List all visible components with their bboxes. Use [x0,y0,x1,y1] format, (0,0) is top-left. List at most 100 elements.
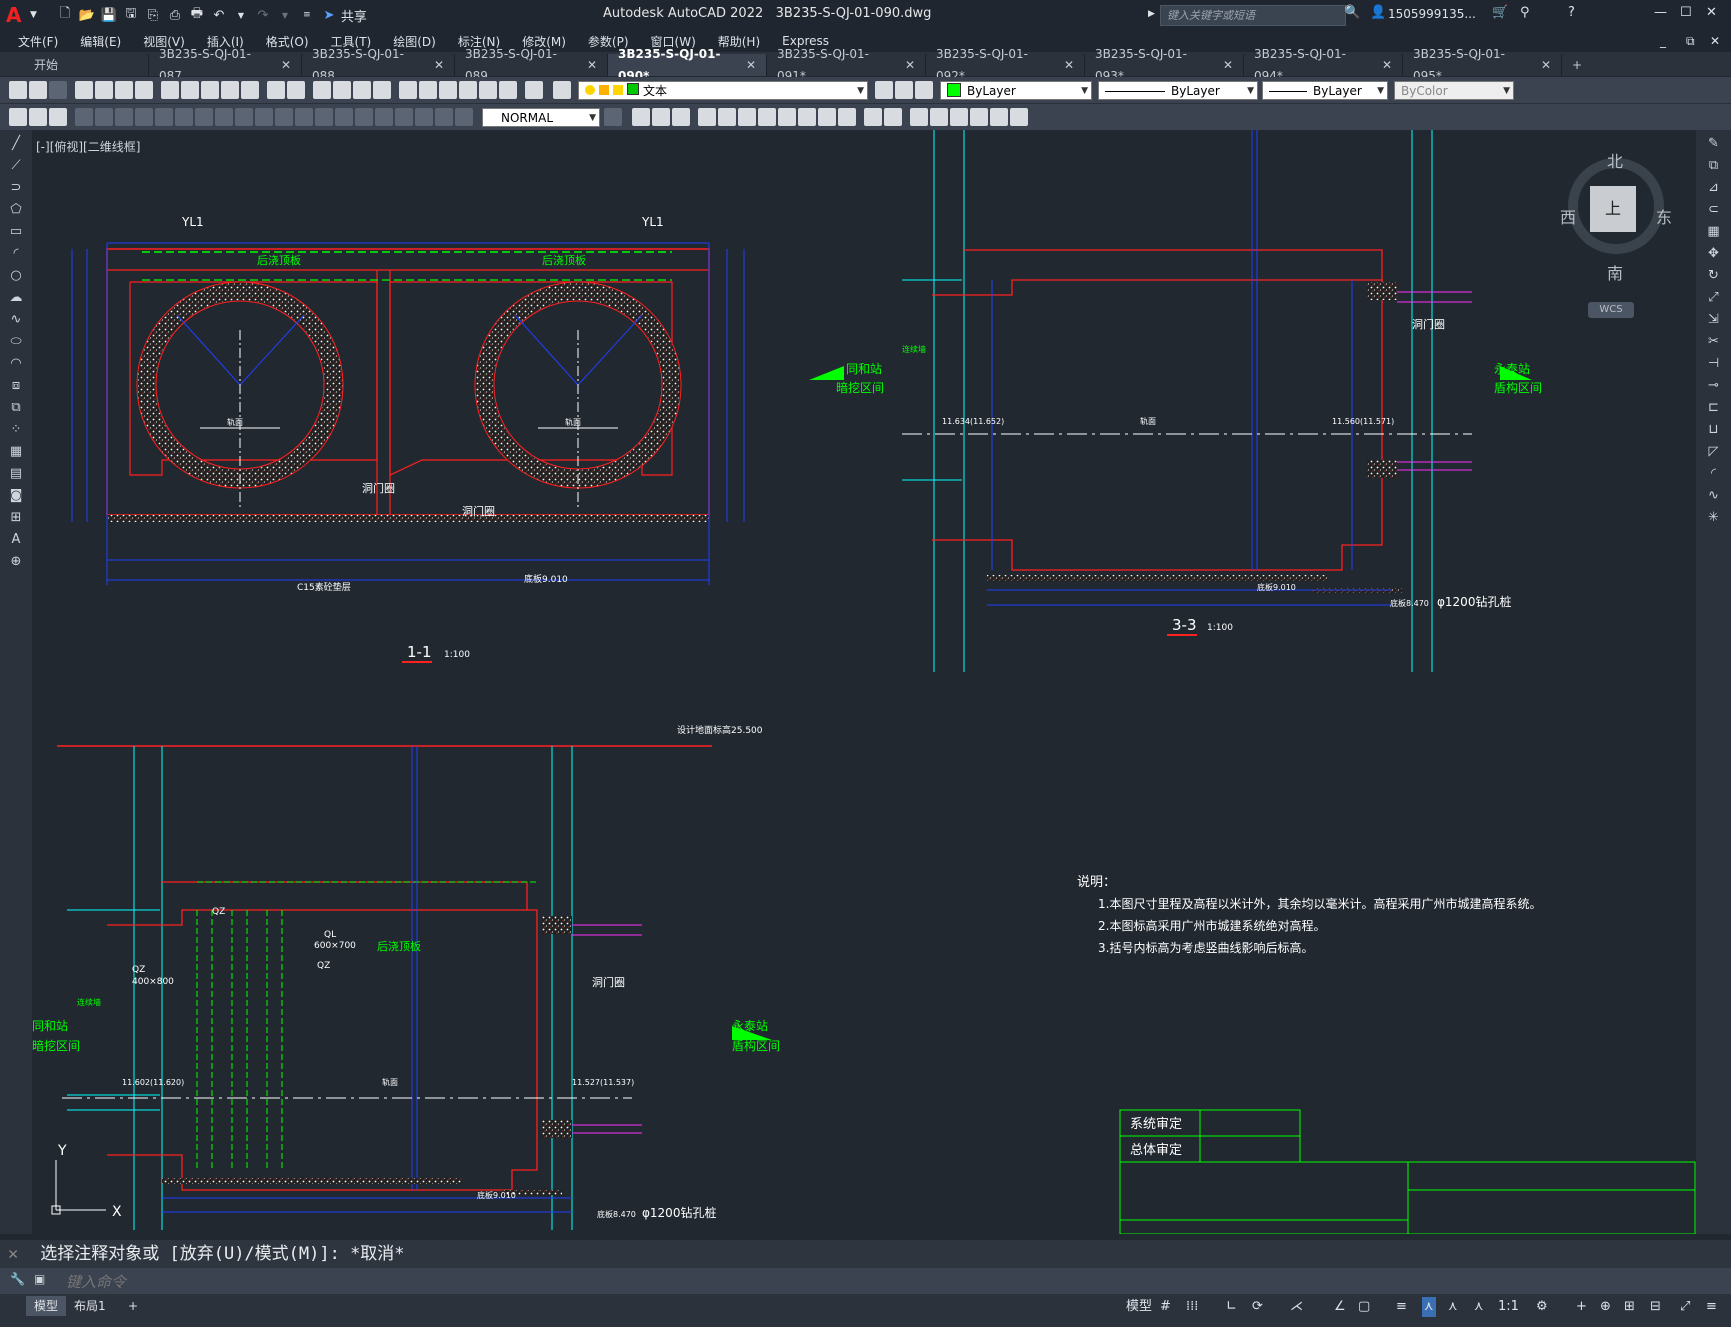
tool-icon[interactable] [864,108,882,126]
rotate-icon[interactable]: ↻ [1706,268,1722,284]
help-icon[interactable]: ? [1568,5,1575,20]
polar-icon[interactable]: ⟳ [1252,1297,1263,1317]
tool-icon[interactable] [778,108,796,126]
match-prop-icon[interactable] [221,81,239,99]
jogged-dim-icon[interactable] [175,108,193,126]
mtext-icon[interactable]: A [8,532,24,548]
redo-icon[interactable]: ↷ [253,5,273,25]
insert-block-icon[interactable]: ⧈ [8,378,24,394]
preview-icon[interactable] [95,81,113,99]
tab-close-icon[interactable]: ✕ [746,54,756,76]
layer-on-icon[interactable] [585,84,595,95]
web-open-icon[interactable]: ⎘ [143,5,163,25]
zoom-realtime-icon[interactable] [333,81,351,99]
tool-icon[interactable] [49,108,67,126]
quick-properties-icon[interactable]: ⊞ [1624,1297,1635,1317]
new-tab-icon[interactable]: + [1562,54,1602,76]
user-name[interactable]: 1505999135... [1388,7,1476,21]
share-icon[interactable]: ➤ [319,5,339,25]
dim-space-icon[interactable] [295,108,313,126]
customize-status-icon[interactable]: ≡ [1706,1297,1717,1317]
auto-scale-icon[interactable]: ⋏ [1448,1297,1458,1317]
search-icon[interactable]: 🔍 [1344,5,1360,20]
tool-icon[interactable] [758,108,776,126]
viewcube-face-top[interactable]: 上 [1590,186,1636,232]
doc-restore-icon[interactable]: ⧉ [1686,34,1695,49]
osnap-track-icon[interactable]: ∠ [1334,1297,1346,1317]
tool-icon[interactable] [884,108,902,126]
osnap-icon[interactable]: ▢ [1358,1297,1370,1317]
move-icon[interactable]: ✥ [1706,246,1722,262]
tool-icon[interactable] [718,108,736,126]
lineweight-dropdown[interactable]: ByLayer ▼ [1262,80,1388,100]
cut-icon[interactable] [161,81,179,99]
mirror-icon[interactable]: ⊿ [1706,180,1722,196]
dim-text-edit-icon[interactable] [435,108,453,126]
tool-icon[interactable] [970,108,988,126]
command-input[interactable] [64,1271,1708,1293]
tolerance-icon[interactable] [335,108,353,126]
design-center-icon[interactable] [419,81,437,99]
close-window-icon[interactable]: ✕ [1706,5,1717,20]
dim-update-icon[interactable] [455,108,473,126]
undo-dropdown-icon[interactable]: ▼ [231,5,251,25]
viewcube-east[interactable]: 东 [1656,204,1672,228]
autocad-logo-icon[interactable]: A [6,4,28,26]
qnew-icon[interactable] [9,81,27,99]
layer-properties-icon[interactable] [553,81,571,99]
annotation-visibility-icon[interactable]: ⋏ [1422,1297,1436,1317]
menu-file[interactable]: 文件(F) [0,33,69,50]
center-mark-icon[interactable] [355,108,373,126]
tab-file[interactable]: 3B235-S-QJ-01-087 ✕ [149,47,302,83]
continue-dim-icon[interactable] [275,108,293,126]
tab-close-icon[interactable]: ✕ [1064,54,1074,76]
pan-icon[interactable] [313,81,331,99]
save-as-icon[interactable]: 🖫 [121,5,141,25]
array-icon[interactable]: ▦ [1706,224,1722,240]
tool-icon[interactable] [29,108,47,126]
blend-icon[interactable]: ∿ [1706,488,1722,504]
ellipse-arc-icon[interactable]: ◠ [8,356,24,372]
join-icon[interactable]: ⊔ [1706,422,1722,438]
spline-icon[interactable]: ∿ [8,312,24,328]
3d-print-icon[interactable] [135,81,153,99]
doc-close-icon[interactable]: ✕ [1710,34,1720,48]
arc-length-icon[interactable] [115,108,133,126]
tab-file[interactable]: 3B235-S-QJ-01-089 ✕ [455,47,608,83]
plot-icon[interactable]: 🖶 [187,5,207,25]
fullscreen-icon[interactable]: ⤢ [1680,1297,1690,1317]
aligned-dim-icon[interactable] [95,108,113,126]
tool-icon[interactable] [950,108,968,126]
tool-icon[interactable] [9,108,27,126]
linetype-dropdown[interactable]: ByLayer ▼ [1098,80,1258,100]
layer-previous-icon[interactable] [895,81,913,99]
layer-freeze-icon[interactable] [599,84,609,95]
jogged-linear-icon[interactable] [395,108,413,126]
viewcube-south[interactable]: 南 [1607,260,1623,284]
redo-dropdown-icon[interactable]: ▼ [275,5,295,25]
annotation-monitor-icon[interactable]: + [1576,1297,1587,1317]
plot-icon[interactable] [75,81,93,99]
dimstyle-dropdown[interactable]: NORMAL ▼ [482,107,600,127]
baseline-dim-icon[interactable] [255,108,273,126]
tab-file[interactable]: 3B235-S-QJ-01-091* ✕ [767,47,926,83]
drawing-canvas[interactable]: YL1 YL1 后浇顶板 后浇顶板 洞门圈 洞门圈 C15素砼垫层 底板9.01… [32,130,1696,1234]
make-block-icon[interactable]: ⧉ [8,400,24,416]
customize-command-icon[interactable]: 🔧 [10,1272,25,1286]
redo-icon[interactable] [287,81,305,99]
polygon-icon[interactable]: ⬠ [8,202,24,218]
app-menu-arrow-icon[interactable]: ▼ [30,10,37,20]
tool-icon[interactable] [818,108,836,126]
viewcube-north[interactable]: 北 [1607,148,1623,172]
undo-icon[interactable]: ↶ [209,5,229,25]
sheet-set-icon[interactable] [459,81,477,99]
make-current-icon[interactable] [875,81,893,99]
tab-file[interactable]: 3B235-S-QJ-01-092* ✕ [926,47,1085,83]
viewcube-west[interactable]: 西 [1560,204,1576,228]
hatch-icon[interactable]: ▦ [8,444,24,460]
tab-close-icon[interactable]: ✕ [905,54,915,76]
calculator-icon[interactable] [499,81,517,99]
ortho-icon[interactable]: ∟ [1226,1297,1237,1317]
arc-icon[interactable]: ◜ [8,246,24,262]
user-icon[interactable]: 👤 [1370,5,1386,20]
